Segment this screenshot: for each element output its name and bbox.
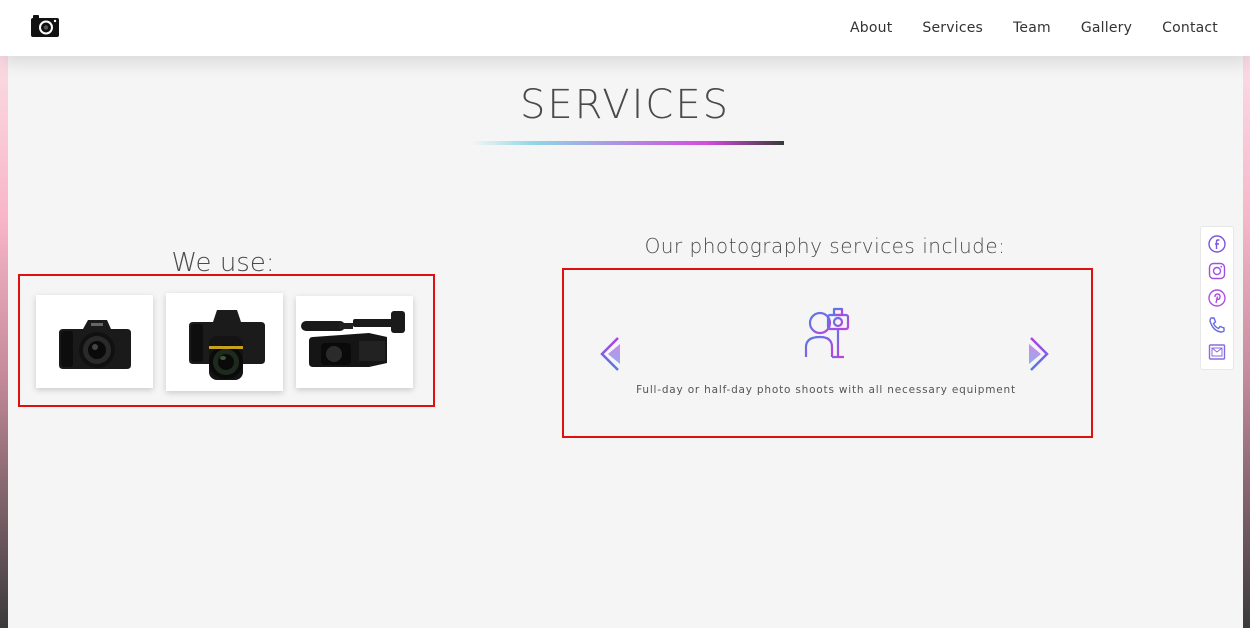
photographer-icon	[804, 307, 850, 359]
instagram-icon[interactable]	[1207, 261, 1227, 281]
top-navbar: About Services Team Gallery Contact	[0, 0, 1250, 56]
title-underline	[472, 141, 784, 145]
section-title: SERVICES	[519, 82, 731, 128]
email-icon[interactable]	[1207, 342, 1227, 362]
services-heading: Our photography services include:	[644, 234, 1006, 258]
nav-about[interactable]: About	[850, 20, 892, 36]
video-camcorder-icon	[300, 311, 405, 367]
chevron-double-left-icon[interactable]	[596, 336, 622, 372]
mirrorless-camera-icon	[188, 310, 265, 380]
nav-gallery[interactable]: Gallery	[1081, 20, 1132, 36]
nav-team[interactable]: Team	[1013, 20, 1051, 36]
service-description: Full-day or half-day photo shoots with a…	[636, 384, 1016, 396]
equipment-card-camcorder[interactable]	[296, 296, 413, 388]
facebook-icon[interactable]	[1207, 234, 1227, 254]
chevron-double-right-icon[interactable]	[1027, 336, 1053, 372]
pinterest-icon[interactable]	[1207, 288, 1227, 308]
phone-icon[interactable]	[1207, 315, 1227, 335]
dslr-camera-icon	[58, 319, 131, 369]
nav-services[interactable]: Services	[922, 20, 983, 36]
nav-contact[interactable]: Contact	[1162, 20, 1218, 36]
camera-icon[interactable]	[30, 14, 60, 38]
equipment-card-mirrorless[interactable]	[166, 293, 283, 391]
equipment-card-dslr[interactable]	[36, 295, 153, 388]
nav-links: About Services Team Gallery Contact	[850, 0, 1218, 56]
social-sidebar	[1200, 226, 1234, 370]
